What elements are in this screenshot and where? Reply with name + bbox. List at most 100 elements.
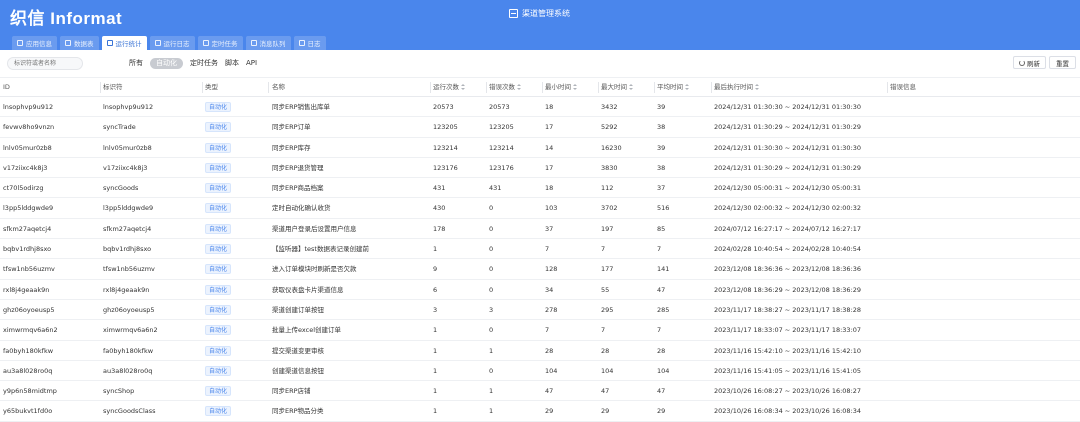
tab-5[interactable]: 消息队列 [245,36,291,50]
cell-last: 2023/10/26 16:08:34 ~ 2023/10/26 16:08:3… [714,407,862,416]
cell-errors: 0 [489,326,494,335]
table-row[interactable]: sfkm27aqetcj4 sfkm27aqetcj4 自动化 渠道用户登录后设置用户… [0,219,1080,240]
table-row[interactable]: ximwrmqv6a6n2 ximwrmqv6a6n2 自动化 批量上传excel创建… [0,320,1080,341]
cell-runs: 1 [433,346,438,355]
table-row[interactable]: ghz06oyoeusp5 ghz06oyoeusp5 自动化 渠道创建订单按钮 3 3 2… [0,300,1080,321]
app-title: 渠道管理系统 [522,9,570,18]
sort-icon[interactable] [629,84,633,90]
sort-icon[interactable] [573,84,577,90]
table-header: ID 标识符 类型 名称 运行次数 错误次数 最小时间 最大时间 平均时间 最后执行时间 错误信息 [0,78,1080,97]
table-row[interactable]: y9p6n58midtmp syncShop 自动化 同步ERP店铺 1 1 47 47 47 2… [0,381,1080,402]
type-badge: 自动化 [205,244,232,255]
table-row[interactable]: rxl8j4geaak9n rxl8j4geaak9n 自动化 获取仪表盘卡片渠道信息… [0,280,1080,300]
cell-errors: 0 [489,285,494,294]
cell-min: 17 [545,163,554,172]
cell-avg: 516 [657,204,670,213]
search-input[interactable] [7,57,83,70]
cell-runs: 178 [433,224,446,233]
cell-last: 2023/12/08 18:36:36 ~ 2023/12/08 18:36:3… [714,265,862,274]
table-row[interactable]: ct70l5odirzg syncGoods 自动化 同步ERP商品档案 431 431 1… [0,178,1080,199]
cell-id: y9p6n58midtmp [3,387,57,396]
table-row[interactable]: tfsw1nb56uzmv tfsw1nb56uzmv 自动化 进入订单模块时刷新是否… [0,259,1080,280]
column-header-8[interactable]: 平均时间 [657,78,689,97]
column-header-2: 类型 [205,78,218,97]
column-divider [598,82,599,93]
column-header-4[interactable]: 运行次数 [433,78,465,97]
tab-1[interactable]: 数据表 [60,36,99,50]
table-row[interactable]: l3pp5lddgwde9 l3pp5lddgwde9 自动化 定时自动化确认收货 43… [0,198,1080,219]
cell-min: 7 [545,245,550,254]
category-0[interactable]: 所有 [129,58,143,69]
table-row[interactable]: lnlv05mur0zb8 lnlv05mur0zb8 自动化 同步ERP库存 1232… [0,138,1080,158]
sort-icon[interactable] [517,84,521,90]
category-2[interactable]: 定时任务 [190,58,218,69]
table-row[interactable]: bqbv1rdhj8sxo bqbv1rdhj8sxo 自动化 【监听器】test数据… [0,239,1080,260]
table-row[interactable]: v17ziixc4k8j3 v17ziixc4k8j3 自动化 同步ERP退货管理 12… [0,158,1080,179]
column-header-5[interactable]: 错误次数 [489,78,521,97]
cell-runs: 1 [433,366,438,375]
cell-id: rxl8j4geaak9n [3,285,50,294]
cell-name: 获取仪表盘卡片渠道信息 [272,285,344,294]
table-row[interactable]: fevwv8ho9vnzn syncTrade 自动化 同步ERP订单 123205 12… [0,117,1080,138]
table-row[interactable]: fa0byh180kfkw fa0byh180kfkw 自动化 提交渠道变更审核 1 1 2… [0,341,1080,361]
cell-max: 112 [601,184,614,193]
column-header-label: 最后执行时间 [714,83,753,91]
column-header-label: 平均时间 [657,83,683,91]
column-header-10: 错误信息 [890,78,916,97]
cell-avg: 39 [657,143,666,152]
cell-id: lnlv05mur0zb8 [3,143,52,152]
column-header-label: 名称 [272,83,285,91]
sort-icon[interactable] [461,84,465,90]
cell-avg: 47 [657,285,666,294]
tab-6[interactable]: 日志 [293,36,326,50]
cell-name: 同步ERP退货管理 [272,163,324,172]
refresh-button[interactable]: 刷新 [1013,56,1046,69]
sort-icon[interactable] [755,84,759,90]
table-body: lnsophvp9u912 lnsophvp9u912 自动化 同步ERP销售出库单 2… [0,97,1080,422]
cell-last: 2024/12/30 05:00:31 ~ 2024/12/30 05:00:3… [714,184,862,193]
cell-type: 自动化 [205,341,232,361]
column-header-label: 错误次数 [489,83,515,91]
bar-chart-icon [106,40,113,46]
table-row[interactable]: y65bukvt1fd0o syncGoodsClass 自动化 同步ERP物品分类 1… [0,401,1080,422]
column-header-9[interactable]: 最后执行时间 [714,78,759,97]
tab-2[interactable]: 运行统计 [101,36,147,50]
category-4[interactable]: API [246,58,257,69]
cell-type: 自动化 [205,158,232,178]
column-header-0: ID [3,78,10,97]
cell-min: 47 [545,387,554,396]
type-badge: 自动化 [205,162,232,173]
cell-last: 2024/02/28 10:40:54 ~ 2024/02/28 10:40:5… [714,245,862,254]
cell-min: 17 [545,123,554,132]
cell-last: 2023/11/17 18:33:07 ~ 2023/11/17 18:33:0… [714,326,862,335]
cell-avg: 29 [657,407,666,416]
column-header-6[interactable]: 最小时间 [545,78,577,97]
cell-runs: 3 [433,305,438,314]
table-row[interactable]: au3a8l028ro0q au3a8l028ro0q 自动化 创建渠道信息按钮 1 0 1… [0,361,1080,382]
tab-0[interactable]: 应用信息 [12,36,57,50]
cell-avg: 7 [657,326,662,335]
cell-max: 177 [601,265,614,274]
table-row[interactable]: lnsophvp9u912 lnsophvp9u912 自动化 同步ERP销售出库单 2… [0,97,1080,118]
tab-3[interactable]: 运行日志 [149,36,195,50]
cell-key: rxl8j4geaak9n [103,285,150,294]
list-icon [298,40,305,46]
cell-max: 16230 [601,143,622,152]
cell-type: 自动化 [205,280,232,300]
cell-avg: 7 [657,245,662,254]
sort-icon[interactable] [685,84,689,90]
cell-avg: 104 [657,366,670,375]
column-header-7[interactable]: 最大时间 [601,78,633,97]
cell-name: 同步ERP订单 [272,123,311,132]
cell-min: 7 [545,326,550,335]
cell-errors: 3 [489,305,494,314]
tab-4[interactable]: 定时任务 [197,36,243,50]
category-3[interactable]: 脚本 [225,58,239,69]
category-1[interactable]: 自动化 [150,58,183,69]
column-header-label: ID [3,83,10,91]
cell-min: 18 [545,184,554,193]
column-divider [268,82,269,93]
cell-runs: 123214 [433,143,458,152]
reset-button[interactable]: 重置 [1049,56,1076,69]
cell-min: 14 [545,143,554,152]
